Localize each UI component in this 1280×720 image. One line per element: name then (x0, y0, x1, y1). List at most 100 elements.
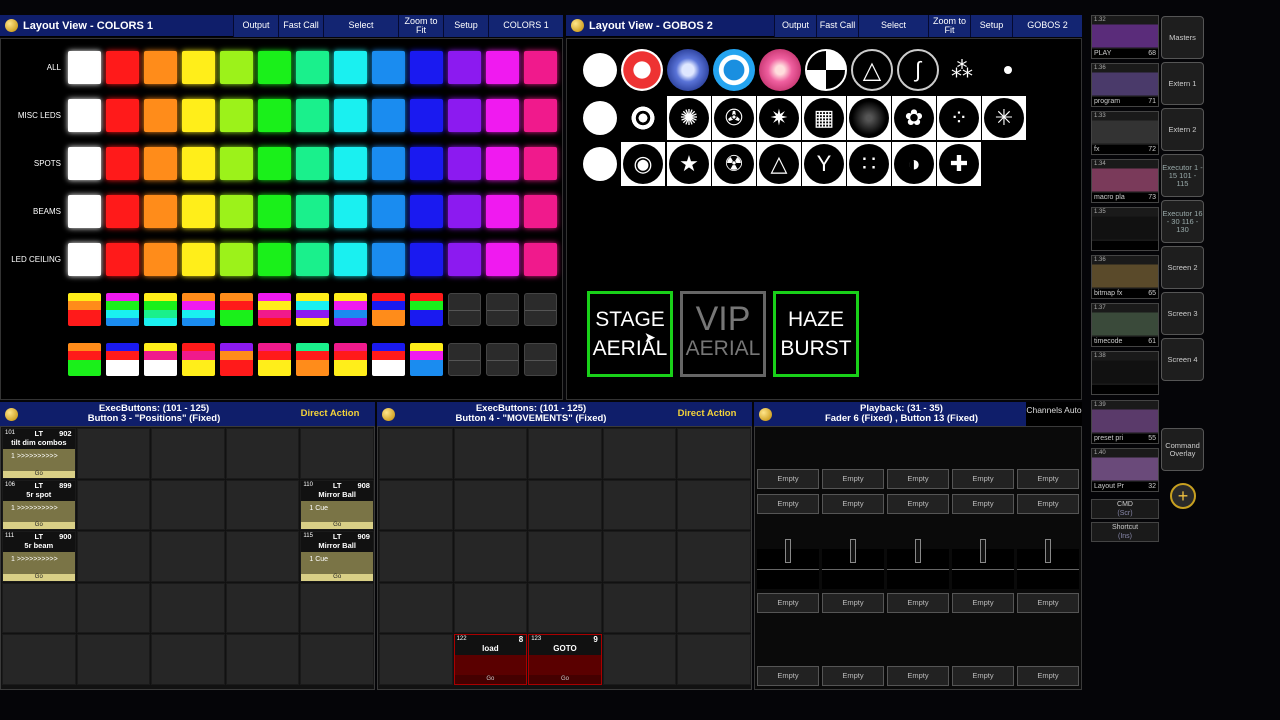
color-swatch[interactable] (68, 195, 101, 228)
color-swatch[interactable] (448, 195, 481, 228)
fader-track[interactable] (1017, 539, 1079, 589)
go-button[interactable]: Go (3, 522, 75, 529)
color-swatch[interactable] (258, 147, 291, 180)
empty-executor-slot[interactable] (602, 582, 677, 633)
color-swatch[interactable] (448, 99, 481, 132)
color-swatch[interactable] (144, 51, 177, 84)
empty-swatch[interactable] (486, 343, 519, 376)
top-empty-button[interactable]: Empty (887, 494, 949, 514)
view-thumbnail[interactable]: 1.36 bitmap fx 65 (1091, 255, 1159, 299)
color-swatch[interactable] (410, 195, 443, 228)
color-swatch[interactable] (296, 243, 329, 276)
screen-2-button[interactable]: Screen 2 (1161, 246, 1204, 289)
color-mix-swatch[interactable] (258, 293, 291, 326)
cyan-ring-gobo-icon[interactable] (713, 49, 755, 91)
view-thumbnail[interactable]: 1.38 (1091, 351, 1159, 395)
triangle-gobo-icon[interactable]: △ (757, 142, 801, 186)
color-mix-swatch[interactable] (144, 343, 177, 376)
fader-handle[interactable] (980, 539, 986, 563)
empty-executor-slot[interactable] (76, 582, 151, 633)
color-swatch[interactable] (68, 147, 101, 180)
pink-flower-gobo-icon[interactable] (759, 49, 801, 91)
color-mix-swatch[interactable] (106, 293, 139, 326)
fader-handle[interactable] (850, 539, 856, 563)
color-swatch[interactable] (106, 147, 139, 180)
color-swatch[interactable] (334, 195, 367, 228)
empty-executor-slot[interactable] (453, 479, 528, 530)
dots-gobo-icon[interactable]: ⁂ (941, 49, 983, 91)
color-swatch[interactable] (448, 243, 481, 276)
color-swatch[interactable] (258, 51, 291, 84)
color-swatch[interactable] (372, 147, 405, 180)
bottom-empty-button[interactable]: Empty (1017, 666, 1079, 686)
fader-track[interactable] (952, 539, 1014, 589)
color-swatch[interactable] (334, 51, 367, 84)
color-mix-swatch[interactable] (182, 343, 215, 376)
view-menu-icon[interactable] (382, 407, 395, 421)
empty-executor-slot[interactable] (300, 428, 374, 479)
empty-executor-slot[interactable] (76, 634, 151, 685)
starburst-gobo-icon[interactable] (621, 96, 665, 140)
wave-gobo-icon[interactable]: ∫ (897, 49, 939, 91)
view-menu-icon[interactable] (5, 19, 18, 32)
fader-handle[interactable] (1045, 539, 1051, 563)
color-swatch[interactable] (524, 195, 557, 228)
view-thumbnail[interactable]: 1.40 Layout Pr 32 (1091, 448, 1159, 492)
color-swatch[interactable] (372, 195, 405, 228)
color-swatch[interactable] (144, 147, 177, 180)
empty-executor-slot[interactable] (379, 531, 453, 582)
masters-button[interactable]: Masters (1161, 16, 1204, 59)
view-thumbnail[interactable]: 1.36 program 71 (1091, 63, 1159, 107)
top-empty-button[interactable]: Empty (822, 469, 884, 489)
color-mix-swatch[interactable] (68, 293, 101, 326)
color-swatch[interactable] (182, 51, 215, 84)
bottom-empty-button[interactable]: Empty (822, 593, 884, 613)
empty-executor-slot[interactable] (379, 582, 453, 633)
executor-button-111[interactable]: 111 LT 900 5r beam 1 >>>>>>>>>> Go (2, 531, 76, 582)
go-button[interactable]: Go (3, 573, 75, 581)
empty-executor-slot[interactable] (453, 428, 528, 479)
small-dot-gobo-icon[interactable] (987, 49, 1029, 91)
color-mix-swatch[interactable] (106, 343, 139, 376)
blue-glass-gobo-icon[interactable] (667, 49, 709, 91)
empty-executor-slot[interactable] (528, 531, 602, 582)
color-swatch[interactable] (220, 147, 253, 180)
color-swatch[interactable] (334, 147, 367, 180)
color-mix-swatch[interactable] (372, 343, 405, 376)
view-menu-icon[interactable] (759, 407, 772, 421)
color-swatch[interactable] (410, 51, 443, 84)
command-overlay-button[interactable]: Command Overlay (1161, 428, 1204, 471)
fan-gobo-icon[interactable]: ✇ (712, 96, 756, 140)
empty-executor-slot[interactable] (151, 531, 225, 582)
extern-1-button[interactable]: Extern 1 (1161, 62, 1204, 105)
color-swatch[interactable] (372, 243, 405, 276)
shortcut-button[interactable]: Shortcut (Ins) (1091, 522, 1159, 542)
color-swatch[interactable] (144, 195, 177, 228)
bottom-empty-button[interactable]: Empty (887, 666, 949, 686)
color-mix-swatch[interactable] (182, 293, 215, 326)
executor-button-123[interactable]: 123 9 GOTO Go (528, 634, 602, 685)
empty-executor-slot[interactable] (151, 582, 225, 633)
view-thumbnail[interactable]: 1.32 PLAY 68 (1091, 15, 1159, 59)
bottom-empty-button[interactable]: Empty (952, 666, 1014, 686)
color-swatch[interactable] (182, 147, 215, 180)
color-swatch[interactable] (182, 243, 215, 276)
empty-executor-slot[interactable] (528, 428, 602, 479)
color-swatch[interactable] (524, 51, 557, 84)
empty-executor-slot[interactable] (225, 479, 300, 530)
executor-button-122[interactable]: 122 8 load Go (453, 634, 528, 685)
empty-swatch[interactable] (448, 343, 481, 376)
empty-executor-slot[interactable] (379, 428, 453, 479)
empty-swatch[interactable] (524, 293, 557, 326)
color-swatch[interactable] (372, 51, 405, 84)
executor-1-15-button[interactable]: Executor 1 - 15 101 - 115 (1161, 154, 1204, 197)
color-swatch[interactable] (258, 99, 291, 132)
color-swatch[interactable] (524, 243, 557, 276)
fast-call-button[interactable]: Fast Call (278, 14, 323, 37)
empty-executor-slot[interactable] (528, 479, 602, 530)
bottom-empty-button[interactable]: Empty (757, 593, 819, 613)
select-button[interactable]: Select (323, 14, 398, 37)
executor-16-30-button[interactable]: Executor 16 - 30 116 - 130 (1161, 200, 1204, 243)
color-swatch[interactable] (106, 195, 139, 228)
color-swatch[interactable] (334, 99, 367, 132)
